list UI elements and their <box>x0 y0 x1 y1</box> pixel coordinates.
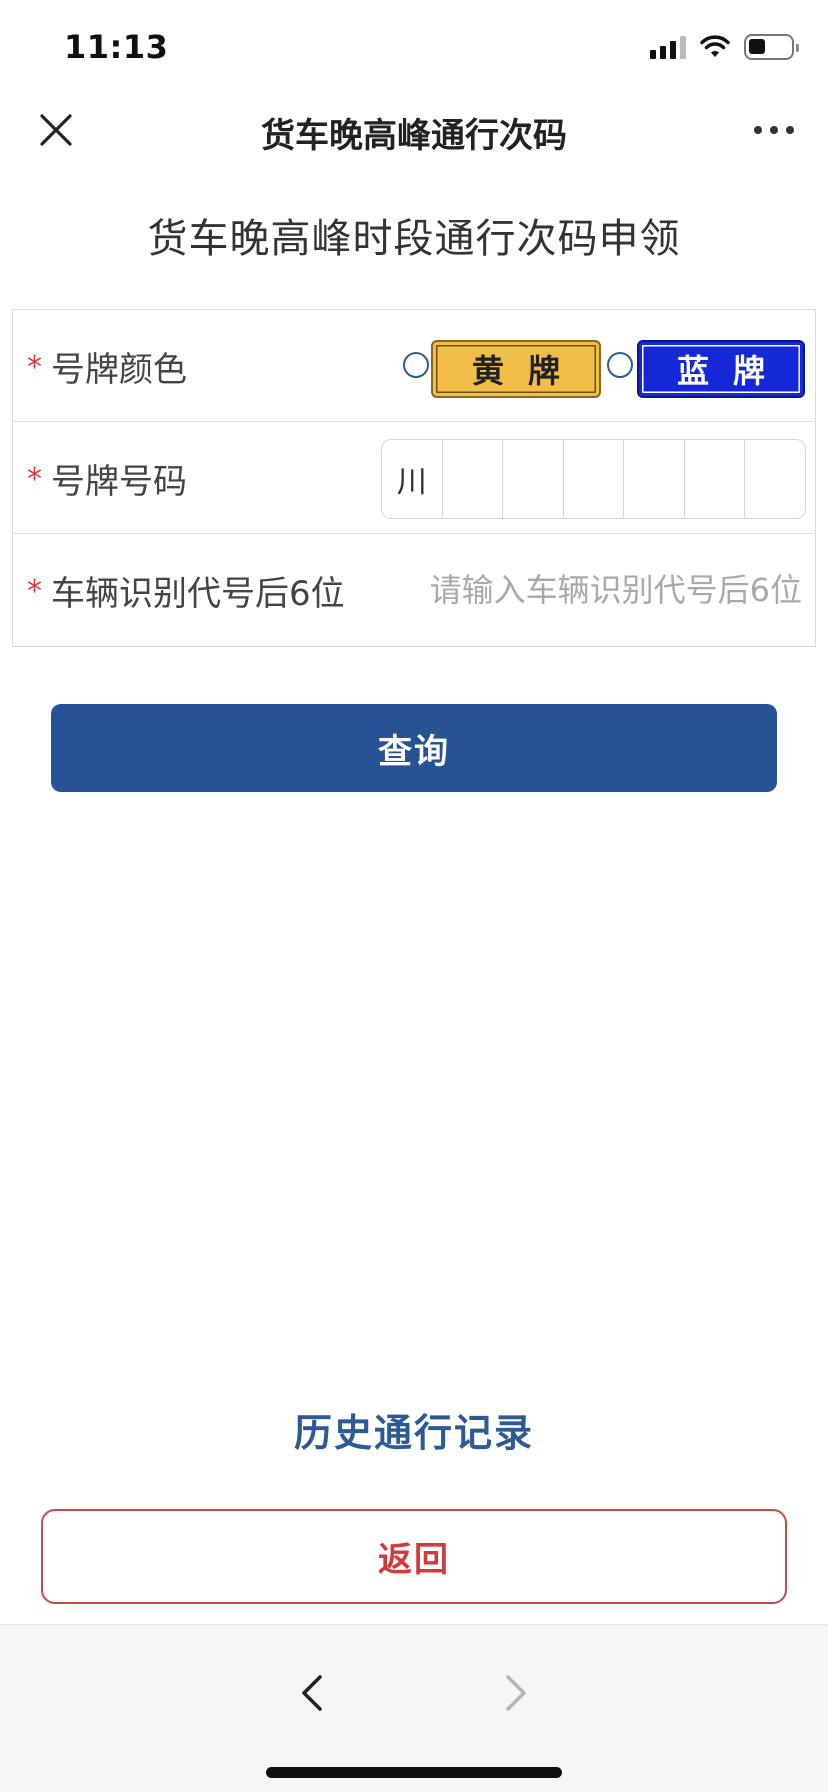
nav-bar: 货车晚高峰通行次码 <box>0 100 828 164</box>
required-mark: * <box>27 462 42 497</box>
blue-plate-label: 蓝牌 <box>676 352 789 390</box>
plate-char-box[interactable] <box>564 440 625 518</box>
plate-number-row: * 号牌号码 川 <box>13 422 814 534</box>
wifi-icon <box>700 35 730 57</box>
plate-color-label: 号牌颜色 <box>51 350 187 390</box>
status-time: 11:13 <box>64 28 169 66</box>
plate-color-row: * 号牌颜色 黄牌 蓝牌 <box>13 310 814 422</box>
plate-char-box[interactable] <box>745 440 805 518</box>
vin-label: 车辆识别代号后6位 <box>51 574 345 614</box>
required-mark: * <box>27 574 42 609</box>
browser-back-button[interactable] <box>292 1671 332 1715</box>
more-icon <box>754 126 762 134</box>
blue-plate-option[interactable]: 蓝牌 <box>637 340 805 398</box>
plate-char-box[interactable] <box>685 440 746 518</box>
vin-row: * 车辆识别代号后6位 <box>13 534 814 646</box>
chevron-right-icon <box>506 1675 526 1711</box>
blue-plate-radio[interactable] <box>607 352 633 378</box>
plate-number-input: 川 <box>381 439 806 519</box>
cellular-signal-icon <box>650 35 686 59</box>
plate-number-label: 号牌号码 <box>51 462 187 502</box>
browser-toolbar <box>0 1624 828 1792</box>
browser-forward-button[interactable] <box>496 1671 536 1715</box>
more-button[interactable] <box>754 122 794 138</box>
vin-input[interactable] <box>382 562 802 618</box>
nav-title: 货车晚高峰通行次码 <box>261 116 567 156</box>
plate-char-box[interactable] <box>624 440 685 518</box>
chevron-left-icon <box>302 1675 322 1711</box>
application-form: * 号牌颜色 黄牌 蓝牌 * 号牌号码 川 * 车辆识别代号后6位 <box>12 309 816 647</box>
query-button[interactable]: 查询 <box>51 704 777 792</box>
yellow-plate-radio[interactable] <box>403 352 429 378</box>
battery-icon <box>744 34 799 60</box>
required-mark: * <box>27 350 42 385</box>
plate-char-box[interactable] <box>443 440 504 518</box>
back-button[interactable]: 返回 <box>41 1509 787 1604</box>
page-heading: 货车晚高峰时段通行次码申领 <box>147 216 681 262</box>
status-icons <box>650 34 799 60</box>
plate-char-box[interactable] <box>503 440 564 518</box>
yellow-plate-label: 黄牌 <box>471 352 584 390</box>
plate-char-province[interactable]: 川 <box>382 440 443 518</box>
yellow-plate-option[interactable]: 黄牌 <box>431 340 601 398</box>
history-records-link[interactable]: 历史通行记录 <box>0 1402 828 1457</box>
status-bar: 11:13 <box>0 0 828 100</box>
home-indicator[interactable] <box>266 1767 562 1778</box>
